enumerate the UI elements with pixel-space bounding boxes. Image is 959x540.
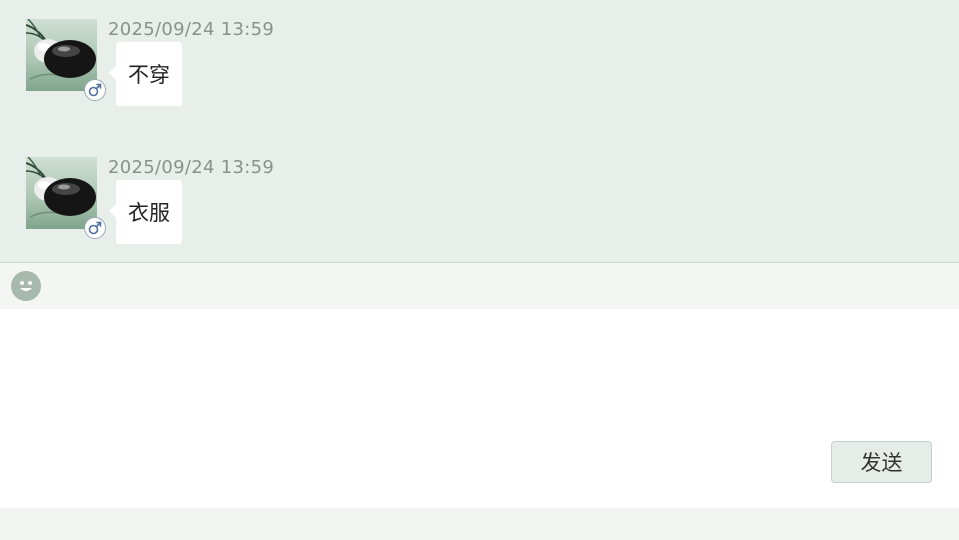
chat-message: 2025/09/24 13:59 衣服 (26, 157, 426, 257)
emoji-smile-icon[interactable] (11, 271, 41, 301)
go-stone-avatar-icon[interactable] (26, 157, 97, 229)
message-timestamp: 2025/09/24 13:59 (108, 157, 275, 178)
composer: 发送 (0, 309, 959, 508)
composer-toolbar (0, 263, 959, 309)
male-icon (84, 217, 106, 239)
send-button[interactable]: 发送 (831, 441, 932, 483)
message-bubble[interactable]: 不穿 (109, 42, 182, 106)
bottom-strip (0, 508, 959, 540)
message-bubble[interactable]: 衣服 (109, 180, 182, 244)
message-input[interactable] (0, 309, 800, 499)
message-timestamp: 2025/09/24 13:59 (108, 19, 275, 40)
chat-message: 2025/09/24 13:59 不穿 (26, 19, 426, 119)
chat-history[interactable]: 2025/09/24 13:59 不穿 2025/09/24 13:59 衣服 (0, 0, 959, 263)
go-stone-avatar-icon[interactable] (26, 19, 97, 91)
male-icon (84, 79, 106, 101)
